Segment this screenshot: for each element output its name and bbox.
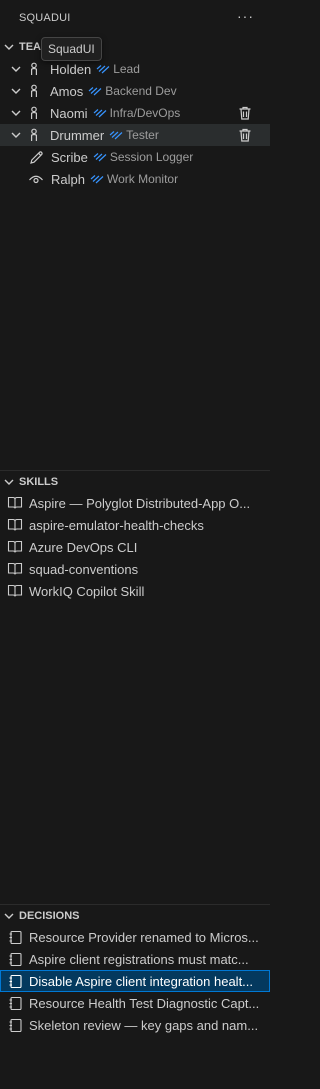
decision-label: Aspire client registrations must matc... [29, 951, 249, 967]
trash-icon[interactable] [237, 105, 253, 121]
view-title: SQUADUI [19, 12, 71, 24]
notebook-icon [7, 1017, 23, 1033]
decision-item[interactable]: Resource Provider renamed to Micros... [0, 926, 270, 948]
skill-label: Aspire — Polyglot Distributed-App O... [29, 495, 251, 511]
team-member-row[interactable]: Ralph Work Monitor [0, 168, 270, 190]
member-role: Lead [96, 62, 140, 76]
skill-item[interactable]: Aspire — Polyglot Distributed-App O... [0, 492, 270, 514]
member-role-label: Session Logger [109, 150, 194, 164]
tooltip-text: SquadUI [48, 42, 95, 56]
member-role: Work Monitor [90, 172, 178, 186]
member-role: Tester [109, 128, 159, 142]
wave-icon [96, 65, 110, 74]
member-role-label: Work Monitor [106, 172, 179, 186]
person-icon [26, 83, 42, 99]
chevron-down-icon [3, 41, 15, 53]
decision-label: Resource Health Test Diagnostic Capt... [29, 995, 260, 1011]
member-role-label: Lead [113, 62, 140, 76]
member-name: Amos [50, 83, 84, 99]
book-icon [7, 517, 23, 533]
wave-icon [93, 153, 107, 162]
notebook-icon [7, 951, 23, 967]
person-icon [26, 61, 42, 77]
chevron-down-icon[interactable] [8, 58, 24, 80]
skill-item[interactable]: WorkIQ Copilot Skill [0, 580, 270, 602]
team-member-row[interactable]: Drummer Tester [0, 124, 270, 146]
chevron-down-icon [3, 476, 15, 488]
notebook-icon [7, 995, 23, 1011]
notebook-icon [7, 973, 23, 989]
member-role-label: Infra/DevOps [109, 106, 181, 120]
skill-item[interactable]: squad-conventions [0, 558, 270, 580]
view-header: SQUADUI ··· [0, 0, 270, 36]
member-role-label: Tester [126, 128, 159, 142]
member-role-label: Backend Dev [105, 84, 177, 98]
tooltip: SquadUI [41, 37, 102, 61]
decisions-section-title: DECISIONS [19, 909, 80, 922]
eye-icon [28, 171, 44, 187]
team-member-row[interactable]: Holden Lead [0, 58, 270, 80]
skill-item[interactable]: Azure DevOps CLI [0, 536, 270, 558]
chevron-down-icon[interactable] [8, 102, 24, 124]
decision-label: Disable Aspire client integration healt.… [29, 973, 254, 989]
team-member-row[interactable]: Amos Backend Dev [0, 80, 270, 102]
member-name: Scribe [51, 149, 88, 165]
chevron-down-icon[interactable] [8, 80, 24, 102]
wave-icon [93, 109, 106, 118]
member-role: Session Logger [93, 150, 193, 164]
skills-section-header[interactable]: SKILLS [0, 470, 270, 492]
member-name: Holden [50, 61, 92, 77]
wave-icon [90, 175, 104, 184]
book-icon [7, 539, 23, 555]
chevron-down-icon [3, 910, 15, 922]
skill-item[interactable]: aspire-emulator-health-checks [0, 514, 270, 536]
skill-label: WorkIQ Copilot Skill [29, 583, 145, 599]
member-name: Naomi [50, 105, 88, 121]
person-icon [26, 105, 42, 121]
member-role: Infra/DevOps [93, 106, 181, 120]
decision-label: Skeleton review — key gaps and nam... [29, 1017, 259, 1033]
skill-label: Azure DevOps CLI [29, 539, 138, 555]
pencil-icon [28, 149, 44, 165]
book-icon [7, 495, 23, 511]
skill-label: aspire-emulator-health-checks [29, 517, 204, 533]
wave-icon [88, 87, 102, 96]
book-icon [7, 583, 23, 599]
team-member-row[interactable]: Naomi Infra/DevOps [0, 102, 270, 124]
trash-icon[interactable] [237, 127, 253, 143]
decisions-section-header[interactable]: DECISIONS [0, 904, 270, 926]
wave-icon [109, 131, 123, 140]
decision-item[interactable]: Aspire client registrations must matc... [0, 948, 270, 970]
member-role: Backend Dev [88, 84, 177, 98]
person-icon [26, 127, 42, 143]
decision-item[interactable]: Resource Health Test Diagnostic Capt... [0, 992, 270, 1014]
skills-section-title: SKILLS [19, 475, 59, 488]
more-actions-button[interactable]: ··· [237, 9, 254, 23]
decision-label: Resource Provider renamed to Micros... [29, 929, 259, 945]
skill-label: squad-conventions [29, 561, 139, 577]
decision-item-selected[interactable]: Disable Aspire client integration healt.… [0, 970, 270, 992]
member-name: Ralph [51, 171, 85, 187]
notebook-icon [7, 929, 23, 945]
chevron-down-icon[interactable] [8, 124, 24, 146]
member-name: Drummer [50, 127, 105, 143]
decision-item[interactable]: Skeleton review — key gaps and nam... [0, 1014, 270, 1036]
book-icon [7, 561, 23, 577]
team-member-row[interactable]: Scribe Session Logger [0, 146, 270, 168]
